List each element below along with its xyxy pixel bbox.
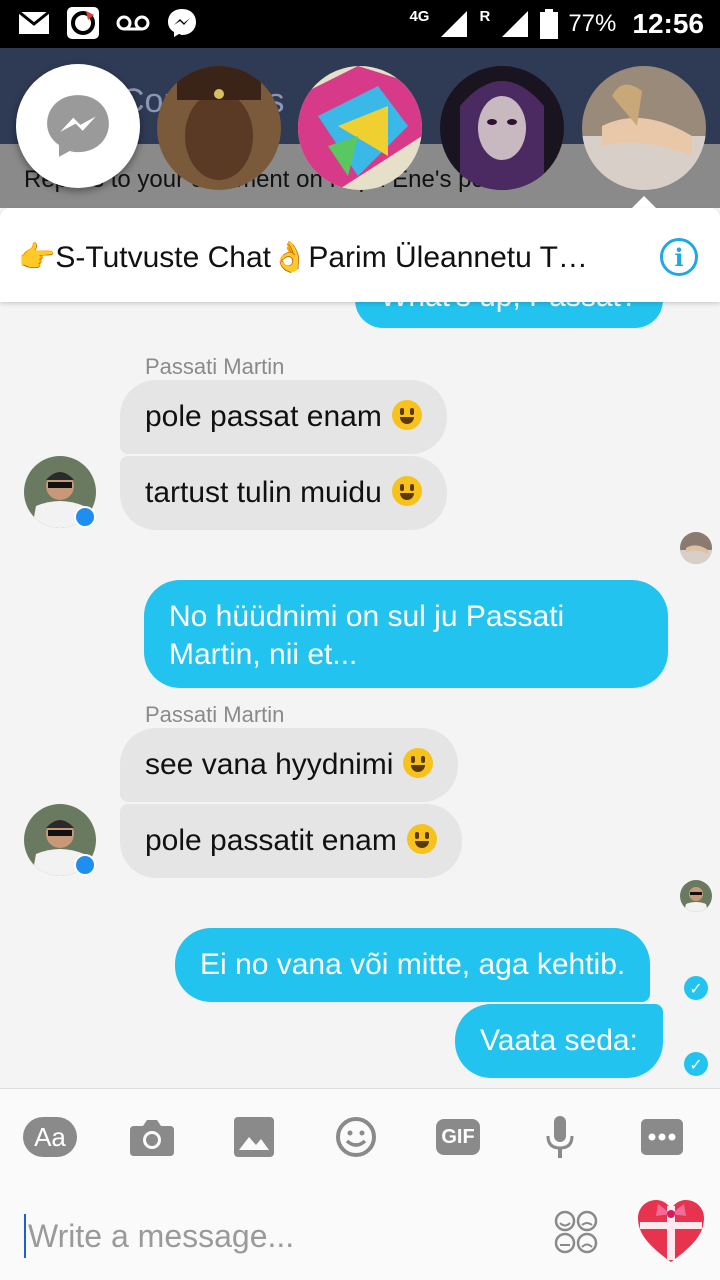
messenger-badge-icon [74,854,96,876]
outgoing-message[interactable]: Ei no vana või mitte, aga kehtib. [175,928,651,1002]
message-text: pole passat enam [145,400,382,433]
message-text: What's up, Passat? [380,302,638,313]
chat-head-photo-1 [157,66,281,190]
text-button-label: Aa [34,1121,66,1152]
gallery-button[interactable] [226,1109,282,1165]
message-text-line-1: No hüüdnimi on sul ju Passati [169,600,565,633]
message-text: Ei no vana või mitte, aga kehtib. [200,948,626,981]
battery-percentage: 77% [568,10,617,37]
network-type-label: 4G [409,7,430,25]
emoji-button[interactable] [328,1109,384,1165]
signal-icon-2 [502,11,529,37]
read-receipt-photo [680,532,712,564]
read-receipt-avatar [680,880,712,912]
chat-head-photo-2 [298,66,422,190]
gif-icon: GIF [436,1119,480,1155]
system-status: 4G R 77% 12:56 [409,0,704,48]
chat-head-3[interactable] [440,66,564,190]
chat-head-photo-3 [440,66,564,190]
delivered-check-icon: ✓ [684,1052,708,1076]
roaming-label: R [479,7,491,25]
composer-toolbar: Aa GIF [0,1088,720,1184]
battery-icon [540,9,559,39]
more-button[interactable] [634,1109,690,1165]
grinning-emoji-icon [391,400,422,430]
message-list[interactable]: What's up, Passat? Passati Martin pole p… [0,302,720,1088]
message-text: see vana hyydnimi [145,748,394,781]
messenger-icon [47,95,109,157]
sender-name: Passati Martin [145,702,285,727]
sync-app-icon [67,7,99,39]
incoming-message[interactable]: see vana hyydnimi [120,728,459,802]
voice-button[interactable] [532,1109,588,1165]
chat-head-2[interactable] [298,66,422,190]
chat-head-4[interactable] [582,66,706,190]
message-composer [0,1184,720,1280]
microphone-icon [546,1116,574,1158]
info-button[interactable]: i [660,238,698,276]
conversation-title[interactable]: 👉S-Tutvuste Chat👌Parim Üleannetu T… [18,240,588,275]
status-bar: 4G R 77% 12:56 [0,0,720,48]
conversation-header: 👉S-Tutvuste Chat👌Parim Üleannetu T… i [0,208,720,302]
sticker-faces-icon [554,1210,598,1254]
signal-icon [441,11,468,37]
message-text: Vaata seda: [480,1024,638,1057]
heart-gift-icon [638,1200,704,1262]
outgoing-message[interactable]: No hüüdnimi on sul ju Passati Martin, ni… [144,580,668,688]
grinning-emoji-icon [403,748,434,778]
gallery-icon [234,1117,274,1157]
voicemail-icon [116,15,150,31]
delivered-check-icon: ✓ [684,976,708,1000]
sender-name: Passati Martin [145,354,285,379]
messenger-chat-head[interactable] [16,64,140,188]
grinning-emoji-icon [391,476,422,506]
incoming-message[interactable]: pole passatit enam [120,804,462,878]
message-text: tartust tulin muidu [145,476,382,509]
read-receipt-avatar [680,532,712,564]
more-icon [641,1119,683,1155]
camera-icon [130,1120,174,1156]
notification-icons [18,6,198,40]
incoming-message[interactable]: tartust tulin muidu [120,456,447,530]
read-receipt-photo [680,880,712,912]
gif-button[interactable]: GIF [430,1109,486,1165]
grinning-emoji-icon [406,824,437,854]
camera-button[interactable] [124,1109,180,1165]
sticker-button[interactable] [554,1210,598,1254]
message-text: pole passatit enam [145,824,397,857]
heart-gift-button[interactable] [636,1198,706,1264]
messenger-badge-icon [74,506,96,528]
outgoing-message[interactable]: Vaata seda: [455,1004,663,1078]
mail-icon [18,11,50,34]
outgoing-message[interactable]: What's up, Passat? [355,302,663,328]
text-button[interactable]: Aa [22,1109,78,1165]
gif-button-label: GIF [441,1125,475,1148]
clock: 12:56 [632,8,704,39]
info-icon: i [674,242,684,272]
incoming-message[interactable]: pole passat enam [120,380,447,454]
message-text-line-2: Martin, nii et... [169,638,358,671]
message-input[interactable] [24,1214,524,1258]
text-format-icon: Aa [23,1117,77,1157]
chat-head-photo-4 [582,66,706,190]
chat-head-1[interactable] [157,66,281,190]
messenger-notification-icon [168,9,196,37]
emoji-icon [336,1117,376,1157]
